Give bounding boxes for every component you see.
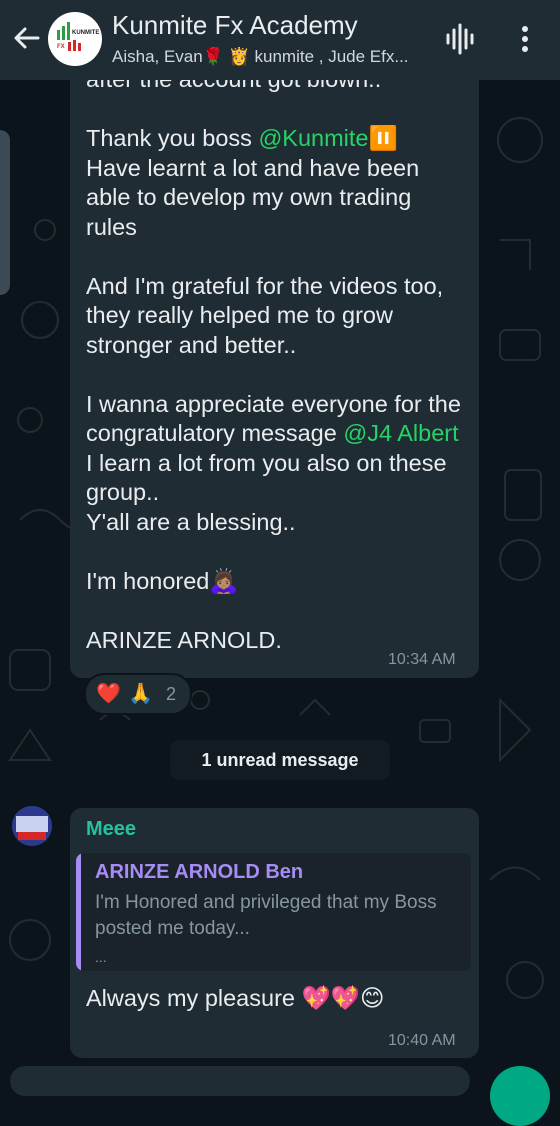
message-paragraph-3: I wanna appreciate everyone for the cong… [86,390,466,538]
participants-list[interactable]: Aisha, Evan🌹 👸 kunmite , Jude Efx... [112,47,432,67]
message-bubble[interactable]: after the account got blown.. Thank you … [70,60,479,678]
message-text: after the account got blown.. Thank you … [86,60,466,655]
message-text: Always my pleasure 💖💖😊 [86,985,385,1011]
mention-kunmite[interactable]: @Kunmite [258,125,368,151]
reactions-pill[interactable]: ❤️ 🙏 2 [84,673,192,715]
text-segment: I learn a lot from you also on these gro… [86,449,447,506]
avatar-image-icon [12,806,52,846]
quote-text: I'm Honored and privileged that my Boss … [95,892,437,939]
message-timestamp: 10:40 AM [388,1032,456,1049]
text-segment: Have learnt a lot and have been able to … [86,154,420,240]
svg-text:KUNMITE: KUNMITE [72,30,99,36]
more-options-icon[interactable] [514,24,536,54]
svg-text:FX: FX [57,44,65,50]
message-input[interactable] [10,1066,470,1096]
message-paragraph-4: I'm honored🙇🏽‍♀️ [86,567,239,594]
group-avatar[interactable]: KUNMITE FX [48,12,102,66]
reaction-count: 2 [166,684,177,704]
sender-avatar[interactable] [12,806,52,846]
text-segment: Thank you boss [86,125,259,151]
message-paragraph-1: Thank you boss @Kunmite⏸️ Have learnt a … [86,124,466,242]
sender-name[interactable]: Meee [86,818,136,841]
message-paragraph-2: And I'm grateful for the videos too, the… [86,272,444,358]
message-timestamp: 10:34 AM [388,651,456,668]
kunmite-logo-icon: KUNMITE FX [57,22,99,51]
back-arrow-icon[interactable] [10,22,42,54]
quote-accent-bar [76,853,81,971]
quoted-message[interactable]: ARINZE ARNOLD Ben I'm Honored and privil… [76,853,471,971]
heart-reaction: ❤️ [96,683,121,705]
mention-j4-albert[interactable]: @J4 Albert [343,420,458,446]
quote-author: ARINZE ARNOLD Ben [95,861,304,883]
quote-ellipsis: ... [95,949,107,965]
chat-header: KUNMITE FX Kunmite Fx Academy Aisha, Eva… [0,0,560,80]
text-segment: Y'all are a blessing.. [86,508,296,535]
message-bubble[interactable]: Meee ARINZE ARNOLD Ben I'm Honored and p… [70,808,479,1058]
chat-title[interactable]: Kunmite Fx Academy [112,10,358,41]
voice-chat-icon[interactable] [444,22,476,56]
unread-banner: 1 unread message [170,740,390,780]
mic-button[interactable] [490,1066,550,1126]
pause-emoji: ⏸️ [368,125,398,151]
pray-reaction: 🙏 [128,683,153,705]
partial-left-element [0,130,10,295]
